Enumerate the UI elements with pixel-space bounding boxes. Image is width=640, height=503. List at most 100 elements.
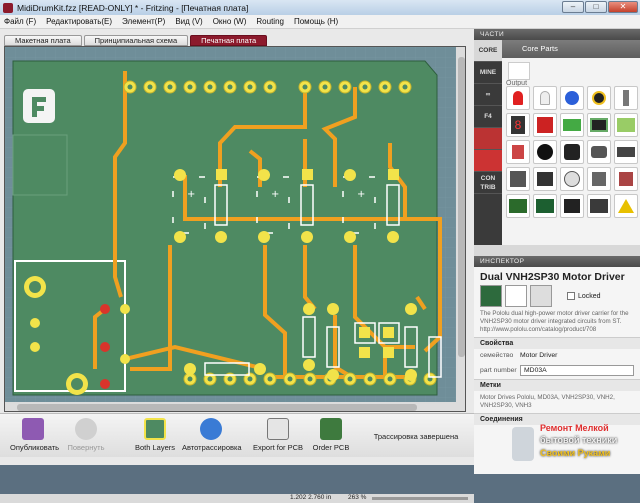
tab-breadboard[interactable]: Макетная плата bbox=[4, 35, 82, 46]
pcb-canvas[interactable]: + + + bbox=[4, 46, 466, 412]
menu-routing[interactable]: Routing bbox=[256, 17, 284, 26]
view-tabs: Макетная плата Принципиальная схема Печа… bbox=[4, 35, 268, 46]
part-motor-shield[interactable] bbox=[506, 194, 530, 218]
tags-header: Метки bbox=[474, 379, 640, 391]
routing-status: Трассировка завершена bbox=[373, 432, 459, 441]
prop-key: семейство bbox=[480, 352, 514, 359]
part-led-red[interactable] bbox=[506, 86, 530, 110]
part-oled[interactable] bbox=[614, 113, 638, 137]
menu-file[interactable]: Файл (F) bbox=[4, 17, 36, 26]
part-vibration[interactable] bbox=[587, 167, 611, 191]
pcb-preview bbox=[530, 285, 552, 307]
properties-header: Свойства bbox=[474, 337, 640, 349]
inspector-title: Dual VNH2SP30 Motor Driver bbox=[480, 271, 625, 283]
part-display[interactable] bbox=[587, 113, 611, 137]
close-button[interactable]: ✕ bbox=[608, 1, 638, 13]
menu-bar: Файл (F) Редактировать(E) Элемент(P) Вид… bbox=[0, 15, 640, 29]
part-fan[interactable] bbox=[560, 167, 584, 191]
svg-text:+: + bbox=[187, 189, 195, 200]
tab-pcb[interactable]: Печатная плата bbox=[190, 35, 268, 46]
part-solenoid[interactable] bbox=[614, 167, 638, 191]
part-motor-driver[interactable] bbox=[533, 194, 557, 218]
pcb-stack-icon bbox=[320, 418, 342, 440]
schematic-preview bbox=[505, 285, 527, 307]
zoom-slider[interactable] bbox=[372, 497, 468, 500]
coordinates-readout: 1.202 2.760 in bbox=[290, 494, 332, 501]
bottom-toolbar: Опубликовать Повернуть Both Layers Автот… bbox=[0, 413, 474, 457]
parts-bin-tabs: CORE MINE ∞ F4 CON TRIB bbox=[474, 40, 502, 245]
part-warning[interactable] bbox=[614, 194, 638, 218]
part-led-bar[interactable] bbox=[614, 86, 638, 110]
locked-label: Locked bbox=[578, 292, 601, 300]
part-piezo[interactable] bbox=[560, 140, 584, 164]
part-stepper[interactable] bbox=[506, 167, 530, 191]
menu-edit[interactable]: Редактировать(E) bbox=[46, 17, 112, 26]
part-led-rgb[interactable] bbox=[560, 86, 584, 110]
menu-part[interactable]: Элемент(P) bbox=[122, 17, 165, 26]
menu-help[interactable]: Помощь (H) bbox=[294, 17, 338, 26]
autoroute-icon bbox=[200, 418, 222, 440]
order-pcb-button[interactable]: Order PCB bbox=[308, 418, 354, 452]
watermark: Ремонт Мелкой бытовой техники Своими Рук… bbox=[510, 421, 640, 473]
export-pcb-button[interactable]: Export for PCB bbox=[252, 418, 304, 452]
prop-row-family: семейство Motor Driver bbox=[474, 349, 640, 362]
layers-button[interactable]: Both Layers bbox=[130, 418, 180, 452]
title-bar: MidiDrumKit.fzz [READ-ONLY] * - Fritzing… bbox=[0, 0, 640, 15]
washing-machine-icon bbox=[512, 427, 534, 461]
share-button[interactable]: Опубликовать bbox=[10, 418, 59, 452]
parts-bin: Core Parts Output 8 bbox=[502, 40, 640, 245]
inspector-previews: Locked bbox=[474, 285, 640, 307]
maximize-button[interactable]: □ bbox=[585, 1, 607, 13]
window-controls: – □ ✕ bbox=[562, 1, 638, 13]
workspace: Макетная плата Принципиальная схема Печа… bbox=[0, 29, 474, 503]
part-neopixel[interactable] bbox=[587, 86, 611, 110]
right-dock: ЧАСТИ CORE MINE ∞ F4 CON TRIB Core Parts… bbox=[474, 29, 640, 474]
bin-tab-f4[interactable]: F4 bbox=[474, 106, 502, 128]
bin-tab-mine[interactable]: MINE bbox=[474, 62, 502, 84]
locked-checkbox[interactable] bbox=[567, 292, 575, 300]
pcb-drawing[interactable]: + + + bbox=[5, 47, 466, 412]
bin-tab-arduino[interactable]: ∞ bbox=[474, 84, 502, 106]
part-motor[interactable] bbox=[587, 140, 611, 164]
part-lcd[interactable] bbox=[560, 113, 584, 137]
fritzing-logo bbox=[23, 89, 55, 123]
menu-window[interactable]: Окно (W) bbox=[213, 17, 247, 26]
bin-tab-contrib[interactable]: CON TRIB bbox=[474, 172, 502, 194]
rotate-button[interactable]: Повернуть bbox=[62, 418, 110, 452]
bin-title: Core Parts bbox=[522, 44, 558, 53]
part-led-white[interactable] bbox=[533, 86, 557, 110]
part-ic[interactable] bbox=[560, 194, 584, 218]
part-module[interactable] bbox=[587, 194, 611, 218]
part-speaker[interactable] bbox=[533, 140, 557, 164]
part-servo[interactable] bbox=[614, 140, 638, 164]
export-icon bbox=[267, 418, 289, 440]
bin-title-bar: Core Parts bbox=[502, 40, 640, 58]
parts-header: ЧАСТИ bbox=[474, 29, 640, 40]
bin-tab-sparkfun[interactable] bbox=[474, 150, 502, 172]
part-led-matrix[interactable] bbox=[533, 113, 557, 137]
breadboard-preview bbox=[480, 285, 502, 307]
part-relay[interactable] bbox=[506, 140, 530, 164]
autoroute-button[interactable]: Автотрассировка bbox=[182, 418, 242, 452]
pcb-board bbox=[12, 60, 438, 396]
svg-text:+: + bbox=[271, 189, 279, 200]
prop-row-part-number: part number MD03A bbox=[474, 362, 640, 379]
bin-tab-core[interactable]: CORE bbox=[474, 40, 502, 62]
minimize-button[interactable]: – bbox=[562, 1, 584, 13]
prop-key: part number bbox=[480, 367, 517, 374]
menu-view[interactable]: Вид (V) bbox=[175, 17, 202, 26]
inspector-description: The Pololu dual high-power motor driver … bbox=[480, 310, 629, 333]
bin-tab-seeed[interactable] bbox=[474, 128, 502, 150]
fritzing-app-icon bbox=[3, 2, 13, 13]
layers-icon bbox=[144, 418, 166, 440]
tab-schematic[interactable]: Принципиальная схема bbox=[83, 35, 189, 46]
part-number-field[interactable]: MD03A bbox=[520, 365, 634, 376]
bin-icon bbox=[508, 62, 530, 80]
zoom-level: 263 % bbox=[348, 494, 367, 501]
gift-box-icon bbox=[22, 418, 44, 440]
parts-grid: 8 bbox=[506, 86, 638, 218]
tags-text: Motor Drives Pololu, MD03A, VNH2SP30, VN… bbox=[480, 394, 615, 409]
part-7seg[interactable]: 8 bbox=[506, 113, 530, 137]
window-title: MidiDrumKit.fzz [READ-ONLY] * - Fritzing… bbox=[17, 2, 249, 13]
part-driver[interactable] bbox=[533, 167, 557, 191]
